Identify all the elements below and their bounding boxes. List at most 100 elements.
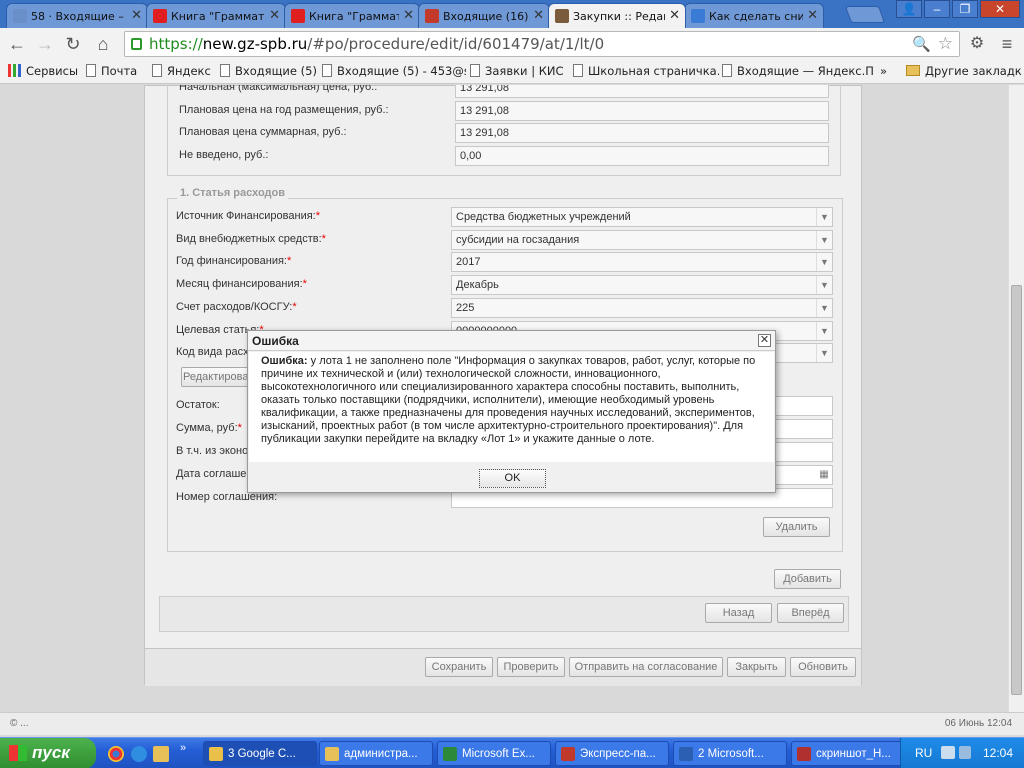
new-tab-button[interactable]	[844, 6, 886, 23]
tab-close-icon[interactable]: ✕	[403, 8, 414, 23]
bookmark-1[interactable]: Почта	[86, 64, 137, 78]
expense-select[interactable]: субсидии на госзадания ▼	[451, 229, 833, 250]
clock[interactable]: 12:04	[983, 746, 1013, 760]
taskbar-app-icon	[797, 747, 811, 761]
taskbar-item-2[interactable]: Microsoft Ex...	[437, 741, 551, 766]
page-icon	[322, 64, 332, 77]
browser-toolbar: ← → ↻ ⌂ https://new.gz-spb.ru/#po/proced…	[0, 28, 1024, 60]
taskbar-item-4[interactable]: 2 Microsoft...	[673, 741, 787, 766]
taskbar-app-icon	[209, 747, 223, 761]
restore-button[interactable]: ❐	[952, 0, 978, 18]
refresh-button[interactable]: Обновить	[790, 657, 856, 677]
red-book-icon	[291, 9, 305, 23]
bookmark-label: Заявки | КИС	[485, 64, 564, 78]
tab-0[interactable]: 58 · Входящие – ✕	[6, 3, 148, 28]
price-field[interactable]: 13 291,08	[455, 100, 829, 121]
dialog-close-icon[interactable]: ✕	[758, 334, 771, 347]
lock-icon	[131, 38, 142, 50]
send-for-approval-button[interactable]: Отправить на согласование	[569, 657, 723, 677]
minimize-button[interactable]: –	[924, 0, 950, 18]
network-icon[interactable]	[941, 746, 955, 759]
scrollbar-thumb[interactable]	[1011, 285, 1022, 695]
taskbar-item-label: 2 Microsoft...	[698, 748, 764, 760]
bookmark-4[interactable]: Входящие (5) - 453@sl	[322, 64, 466, 78]
price-field[interactable]: 13 291,08	[455, 123, 829, 143]
bookmark-label: Школьная страничка. (	[588, 64, 719, 78]
tab-close-icon[interactable]: ✕	[131, 8, 142, 23]
expense-select[interactable]: 2017 ▼	[451, 252, 833, 273]
status-bar: © ... 06 Июнь 12:04	[0, 712, 1024, 735]
bookmark-5[interactable]: Заявки | КИС	[470, 64, 564, 78]
back-button[interactable]: Назад	[705, 603, 772, 623]
ok-button[interactable]: OK	[479, 469, 546, 488]
home-icon[interactable]: ⌂	[92, 33, 114, 55]
expense-row-label: Счет расходов/КОСГУ:*	[176, 300, 297, 313]
tab-4[interactable]: Закупки :: Редак ✕	[548, 3, 686, 28]
bookmark-3[interactable]: Входящие (5)	[220, 64, 317, 78]
tab-close-icon[interactable]: ✕	[533, 8, 544, 23]
tab-3[interactable]: Входящие (16) - ✕	[418, 3, 550, 28]
price-label: Начальная (максимальная) цена, руб.:	[179, 85, 378, 93]
taskbar-item-label: Microsoft Ex...	[462, 748, 535, 760]
expense-select[interactable]: 225 ▼	[451, 297, 833, 318]
close-window-button[interactable]: ✕	[980, 0, 1020, 18]
save-button[interactable]: Сохранить	[425, 657, 493, 677]
expense-select[interactable]: Декабрь ▼	[451, 275, 833, 296]
tab-1[interactable]: Книга "Граммати ✕	[146, 3, 286, 28]
tab-close-icon[interactable]: ✕	[269, 8, 280, 23]
tab-close-icon[interactable]: ✕	[669, 8, 680, 23]
page-icon	[573, 64, 583, 77]
taskbar-app-icon	[443, 747, 457, 761]
price-field[interactable]: 0,00	[455, 145, 829, 166]
zoom-icon[interactable]: 🔍	[912, 35, 931, 53]
add-button[interactable]: Добавить	[774, 569, 841, 589]
address-bar[interactable]: https://new.gz-spb.ru/#po/procedure/edit…	[124, 31, 960, 57]
bookmark-7[interactable]: Входящие — Яндекс.П	[722, 64, 874, 78]
bookmark-9[interactable]: Другие закладки	[906, 64, 1022, 78]
browser-tabstrip: 58 · Входящие – ✕ Книга "Граммати ✕ Книга "…	[0, 0, 1024, 28]
forward-button[interactable]: Вперёд	[777, 603, 844, 623]
close-button[interactable]: Закрыть	[727, 657, 786, 677]
amount-row-label: Остаток:	[176, 399, 220, 411]
chevron-down-icon: ▼	[816, 276, 832, 295]
tab-5[interactable]: Как сделать сни ✕	[684, 3, 824, 28]
amount-row-label: Сумма, руб:*	[176, 422, 242, 434]
forward-arrow-icon[interactable]: →	[34, 33, 56, 55]
bookmark-0[interactable]: Сервисы	[8, 64, 78, 78]
page-scrollbar[interactable]	[1008, 85, 1024, 712]
check-button[interactable]: Проверить	[497, 657, 565, 677]
expense-select[interactable]: Средства бюджетных учреждений ▼	[451, 207, 833, 227]
tab-2[interactable]: Книга "Граммати ✕	[284, 3, 420, 28]
menu-icon[interactable]: ≡	[996, 33, 1018, 55]
explorer-quicklaunch-icon[interactable]	[153, 746, 169, 762]
language-indicator[interactable]: RU	[915, 746, 932, 760]
bookmark-2[interactable]: Яндекс	[152, 64, 211, 78]
price-field[interactable]: 13 291,08	[455, 85, 829, 98]
delete-button[interactable]: Удалить	[763, 517, 830, 537]
taskbar-item-label: скриншот_Н...	[816, 748, 891, 760]
bookmark-star-icon[interactable]: ☆	[938, 34, 953, 54]
volume-icon[interactable]	[959, 746, 971, 759]
calendar-icon[interactable]: ▦	[816, 466, 832, 484]
error-prefix: Ошибка:	[261, 355, 308, 367]
taskbar-item-0[interactable]: 3 Google C...	[203, 741, 317, 766]
page-icon	[470, 64, 480, 77]
tab-label: 58 · Входящие –	[31, 10, 124, 23]
bookmark-8[interactable]: »	[880, 64, 887, 78]
taskbar-item-1[interactable]: администра...	[319, 741, 433, 766]
quicklaunch-more-icon[interactable]: »	[180, 742, 186, 754]
bookmark-label: Входящие — Яндекс.П	[737, 64, 874, 78]
taskbar-app-icon	[561, 747, 575, 761]
taskbar-item-5[interactable]: скриншот_Н...	[791, 741, 905, 766]
user-profile-icon[interactable]: 👤	[896, 0, 922, 18]
chrome-quicklaunch-icon[interactable]	[108, 746, 124, 762]
back-arrow-icon[interactable]: ←	[6, 33, 28, 55]
extension-icon[interactable]: ⚙	[966, 33, 988, 55]
tab-close-icon[interactable]: ✕	[807, 8, 818, 23]
reload-icon[interactable]: ↻	[62, 33, 84, 55]
bookmark-6[interactable]: Школьная страничка. (	[573, 64, 719, 78]
ie-quicklaunch-icon[interactable]	[131, 746, 147, 762]
expense-row-label: Источник Финансирования:*	[176, 210, 321, 222]
start-button[interactable]: пуск	[0, 738, 96, 768]
taskbar-item-3[interactable]: Экспресс-па...	[555, 741, 669, 766]
